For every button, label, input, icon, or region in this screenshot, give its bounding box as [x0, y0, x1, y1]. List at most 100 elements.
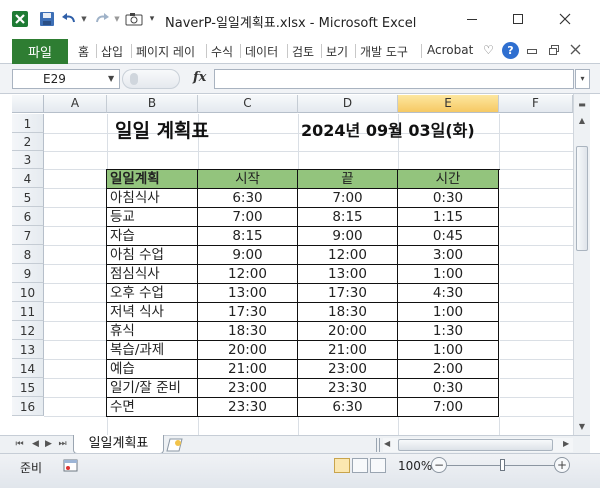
table-cell-activity[interactable]: 오후 수업 [107, 284, 198, 303]
column-header-c[interactable]: C [198, 95, 298, 113]
camera-icon[interactable] [124, 9, 144, 29]
tab-view[interactable]: 보기 [326, 43, 348, 60]
table-cell-time[interactable]: 12:00 [198, 265, 298, 284]
row-header[interactable]: 16 [12, 397, 44, 416]
row-header[interactable]: 5 [12, 188, 44, 207]
table-cell-time[interactable]: 0:30 [398, 189, 499, 208]
zoom-level[interactable]: 100% [398, 459, 432, 473]
table-cell-time[interactable]: 18:30 [198, 322, 298, 341]
table-cell-time[interactable]: 23:30 [298, 379, 398, 398]
scroll-right-icon[interactable]: ▶ [563, 439, 569, 448]
row-header[interactable]: 8 [12, 245, 44, 264]
table-cell-activity[interactable]: 아침 수업 [107, 246, 198, 265]
row-header[interactable]: 4 [12, 169, 44, 188]
name-box-dropdown-icon[interactable]: ▼ [108, 74, 114, 83]
tab-data[interactable]: 데이터 [245, 43, 278, 60]
table-cell-time[interactable]: 1:00 [398, 265, 499, 284]
first-sheet-icon[interactable]: ⏮ [14, 437, 25, 452]
row-header[interactable]: 7 [12, 226, 44, 245]
table-cell-time[interactable]: 23:00 [198, 379, 298, 398]
horizontal-scroll-thumb[interactable] [398, 439, 553, 451]
tab-developer[interactable]: 개발 도구 [360, 43, 408, 60]
table-cell-time[interactable]: 3:00 [398, 246, 499, 265]
normal-view-icon[interactable] [334, 458, 350, 473]
table-header-cell[interactable]: 끝 [298, 170, 398, 189]
table-cell-time[interactable]: 4:30 [398, 284, 499, 303]
row-header[interactable]: 11 [12, 302, 44, 321]
row-header[interactable]: 6 [12, 207, 44, 226]
table-cell-time[interactable]: 7:00 [298, 189, 398, 208]
column-header-f[interactable]: F [499, 95, 573, 113]
last-sheet-icon[interactable]: ⏭ [57, 437, 68, 452]
maximize-icon[interactable] [503, 8, 533, 30]
next-sheet-icon[interactable]: ▶ [43, 437, 54, 452]
table-cell-time[interactable]: 6:30 [298, 398, 398, 417]
tab-page-layout[interactable]: 페이지 레이 [136, 43, 195, 60]
tab-acrobat[interactable]: Acrobat [427, 43, 473, 57]
table-cell-activity[interactable]: 수면 [107, 398, 198, 417]
formula-input[interactable] [214, 69, 574, 89]
excel-icon[interactable] [10, 9, 30, 29]
scroll-down-icon[interactable]: ▼ [574, 418, 590, 434]
table-cell-activity[interactable]: 일기/잘 준비 [107, 379, 198, 398]
row-header[interactable]: 15 [12, 378, 44, 397]
vertical-scrollbar[interactable]: ▬ ▲ ▼ [573, 94, 590, 435]
table-header-cell[interactable]: 시작 [198, 170, 298, 189]
table-header-cell[interactable]: 일일계획 [107, 170, 198, 189]
help-icon[interactable]: ? [502, 42, 519, 59]
row-header[interactable]: 13 [12, 340, 44, 359]
table-cell-activity[interactable]: 자습 [107, 227, 198, 246]
table-cell-time[interactable]: 8:15 [298, 208, 398, 227]
table-cell-time[interactable]: 0:45 [398, 227, 499, 246]
table-cell-time[interactable]: 21:00 [198, 360, 298, 379]
table-cell-activity[interactable]: 등교 [107, 208, 198, 227]
ribbon-minimize-icon[interactable] [527, 49, 537, 54]
tab-split-handle[interactable] [376, 438, 380, 452]
table-cell-time[interactable]: 9:00 [198, 246, 298, 265]
customize-quick-access-icon[interactable]: ▾ [146, 9, 158, 29]
row-header[interactable]: 1 [12, 114, 44, 133]
undo-icon[interactable] [60, 9, 78, 29]
redo-icon[interactable] [93, 9, 111, 29]
prev-sheet-icon[interactable]: ◀ [30, 437, 41, 452]
sheet-date[interactable]: 2024년 09월 03일(화) [301, 120, 475, 142]
sheet-tab-active[interactable]: 일일계획표 [73, 435, 164, 454]
table-cell-time[interactable]: 17:30 [298, 284, 398, 303]
table-cell-time[interactable]: 7:00 [198, 208, 298, 227]
restore-icon[interactable] [548, 44, 560, 59]
table-cell-time[interactable]: 20:00 [198, 341, 298, 360]
table-cell-time[interactable]: 7:00 [398, 398, 499, 417]
page-layout-view-icon[interactable] [352, 458, 368, 473]
macro-record-icon[interactable] [63, 458, 78, 476]
table-cell-time[interactable]: 13:00 [298, 265, 398, 284]
table-cell-activity[interactable]: 저녁 식사 [107, 303, 198, 322]
table-cell-time[interactable]: 2:00 [398, 360, 499, 379]
row-header[interactable]: 2 [12, 133, 44, 151]
table-cell-time[interactable]: 17:30 [198, 303, 298, 322]
sheet-title[interactable]: 일일 계획표 [115, 118, 209, 144]
save-icon[interactable] [37, 9, 57, 29]
vertical-scroll-thumb[interactable] [576, 146, 588, 251]
heart-icon[interactable]: ♡ [483, 43, 494, 57]
minimize-icon[interactable] [457, 8, 487, 30]
row-header[interactable]: 3 [12, 151, 44, 169]
table-cell-activity[interactable]: 복습/과제 [107, 341, 198, 360]
workbook-close-icon[interactable] [570, 44, 581, 58]
table-cell-time[interactable]: 18:30 [298, 303, 398, 322]
tab-review[interactable]: 검토 [292, 43, 314, 60]
table-cell-time[interactable]: 1:30 [398, 322, 499, 341]
scroll-left-icon[interactable]: ◀ [384, 439, 390, 448]
table-cell-activity[interactable]: 점심식사 [107, 265, 198, 284]
row-header[interactable]: 10 [12, 283, 44, 302]
table-header-cell[interactable]: 시간 [398, 170, 499, 189]
zoom-slider-knob[interactable] [500, 459, 505, 471]
table-cell-time[interactable]: 6:30 [198, 189, 298, 208]
table-cell-activity[interactable]: 예습 [107, 360, 198, 379]
table-cell-time[interactable]: 9:00 [298, 227, 398, 246]
table-cell-time[interactable]: 13:00 [198, 284, 298, 303]
undo-dropdown-icon[interactable]: ▼ [79, 9, 89, 29]
page-break-view-icon[interactable] [370, 458, 386, 473]
zoom-out-icon[interactable]: − [431, 457, 447, 473]
split-handle-icon[interactable]: ▬ [574, 96, 590, 112]
table-cell-time[interactable]: 1:00 [398, 341, 499, 360]
